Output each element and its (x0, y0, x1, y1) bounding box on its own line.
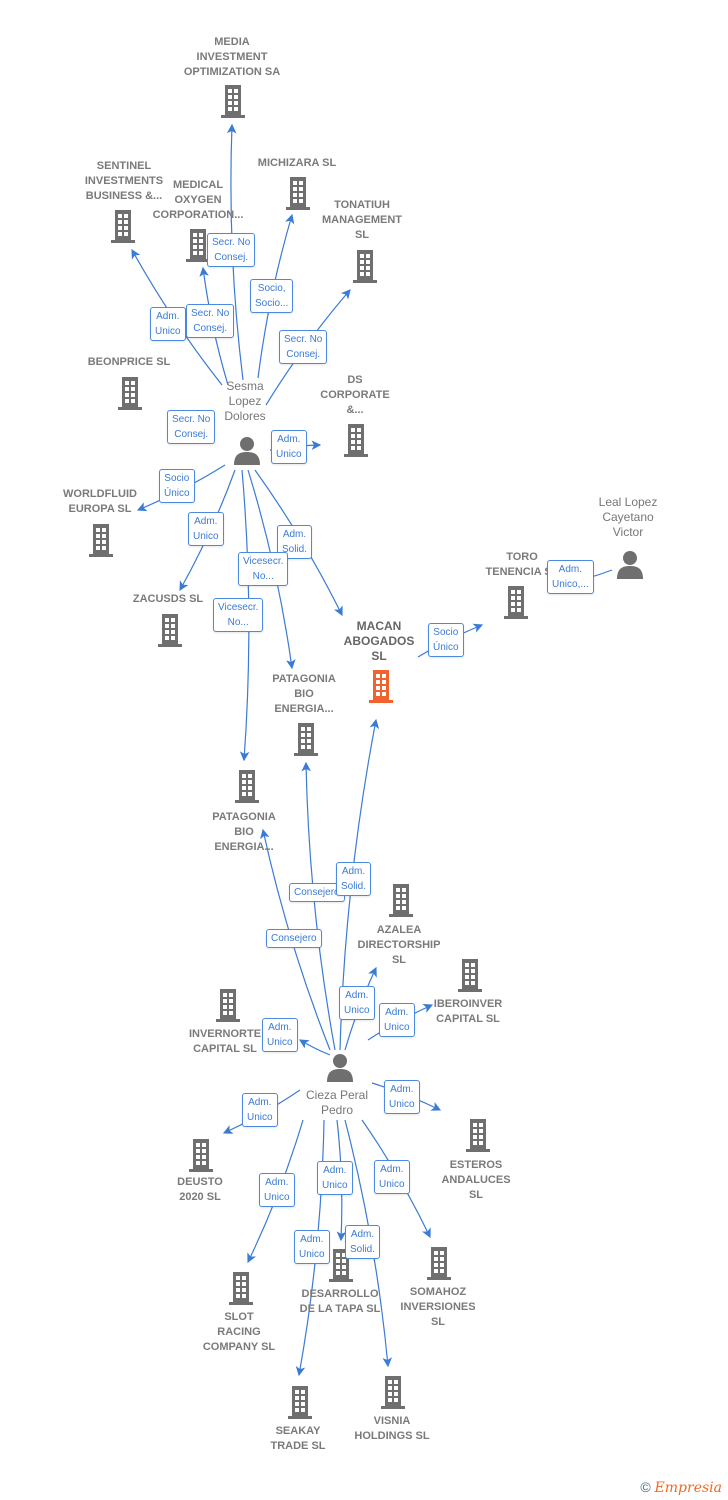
edge-label[interactable]: Adm. Solid. (345, 1225, 381, 1259)
building-icon[interactable] (115, 376, 145, 410)
edge-label[interactable]: Adm. Unico (379, 1003, 415, 1037)
company-label[interactable]: BEONPRICE SL (64, 355, 194, 370)
company-label[interactable]: VISNIA HOLDINGS SL (327, 1414, 457, 1444)
company-label[interactable]: PATAGONIA BIO ENERGIA... (239, 672, 369, 717)
edge-label[interactable]: Adm. Unico (271, 430, 307, 464)
edge-label[interactable]: Adm. Unico (294, 1230, 330, 1264)
building-icon[interactable] (226, 1271, 256, 1305)
edge-label[interactable]: Vicesecr. No... (213, 598, 264, 632)
building-icon[interactable] (378, 1375, 408, 1409)
edge-label[interactable]: Adm. Unico (242, 1093, 278, 1127)
edge-label[interactable]: Socio Único (428, 623, 464, 657)
company-label[interactable]: DEUSTO 2020 SL (135, 1175, 265, 1205)
edge-label[interactable]: Adm. Solid. (336, 862, 372, 896)
company-label[interactable]: AZALEA DIRECTORSHIP SL (334, 923, 464, 968)
edge-label[interactable]: Adm. Unico (259, 1173, 295, 1207)
building-icon[interactable] (285, 1385, 315, 1419)
person-icon[interactable] (325, 1052, 355, 1082)
edge-label[interactable]: Secr. No Consej. (186, 304, 235, 338)
person-label[interactable]: Leal Lopez Cayetano Victor (573, 495, 683, 540)
company-label[interactable]: MICHIZARA SL (232, 156, 362, 171)
edge-label[interactable]: Vicesecr. No... (238, 552, 289, 586)
company-label[interactable]: ESTEROS ANDALUCES SL (411, 1158, 541, 1203)
edge-label[interactable]: Adm. Unico (374, 1160, 410, 1194)
edge-label[interactable]: Secr. No Consej. (207, 233, 256, 267)
edge-label[interactable]: Secr. No Consej. (279, 330, 328, 364)
edge-label[interactable]: Secr. No Consej. (167, 410, 216, 444)
company-label[interactable]: MACAN ABOGADOS SL (314, 619, 444, 664)
building-icon[interactable] (366, 669, 396, 703)
building-icon[interactable] (186, 1138, 216, 1172)
empresia-logo[interactable]: Empresia (655, 1480, 722, 1496)
company-label[interactable]: SOMAHOZ INVERSIONES SL (373, 1285, 503, 1330)
person-label[interactable]: Cieza Peral Pedro (282, 1088, 392, 1118)
relationship-edge (301, 761, 336, 1051)
building-icon[interactable] (463, 1118, 493, 1152)
edge-label[interactable]: Adm. Unico (384, 1080, 420, 1114)
building-icon[interactable] (424, 1246, 454, 1280)
building-icon[interactable] (232, 769, 262, 803)
edge-label[interactable]: Adm. Unico,... (547, 560, 594, 594)
building-icon[interactable] (501, 585, 531, 619)
edge-label[interactable]: Socio, Socio... (250, 279, 294, 313)
edge-label[interactable]: Adm. Unico (317, 1161, 353, 1195)
building-icon[interactable] (291, 722, 321, 756)
edge-label[interactable]: Adm. Unico (188, 512, 224, 546)
building-icon[interactable] (86, 523, 116, 557)
edge-label[interactable]: Socio Único (159, 469, 195, 503)
building-icon[interactable] (213, 988, 243, 1022)
company-label[interactable]: PATAGONIA BIO ENERGIA... (179, 810, 309, 855)
building-icon[interactable] (455, 958, 485, 992)
building-icon[interactable] (350, 249, 380, 283)
person-icon[interactable] (615, 549, 645, 579)
company-label[interactable]: MEDIA INVESTMENT OPTIMIZATION SA (167, 35, 297, 80)
building-icon[interactable] (218, 84, 248, 118)
edge-label[interactable]: Adm. Unico (339, 986, 375, 1020)
copyright-symbol: © (640, 1479, 651, 1495)
edge-label[interactable]: Adm. Unico (150, 307, 186, 341)
company-label[interactable]: TONATIUH MANAGEMENT SL (297, 198, 427, 243)
building-icon[interactable] (341, 423, 371, 457)
edge-label[interactable]: Consejero (266, 929, 322, 948)
building-icon[interactable] (155, 613, 185, 647)
building-icon[interactable] (386, 883, 416, 917)
company-label[interactable]: WORLDFLUID EUROPA SL (35, 487, 165, 517)
company-label[interactable]: IBEROINVER CAPITAL SL (403, 997, 533, 1027)
person-icon[interactable] (232, 435, 262, 465)
footer-copyright: © Empresia (640, 1479, 722, 1496)
company-label[interactable]: DS CORPORATE &... (290, 373, 420, 418)
company-label[interactable]: MEDICAL OXYGEN CORPORATION... (133, 178, 263, 223)
edge-label[interactable]: Adm. Unico (262, 1018, 298, 1052)
